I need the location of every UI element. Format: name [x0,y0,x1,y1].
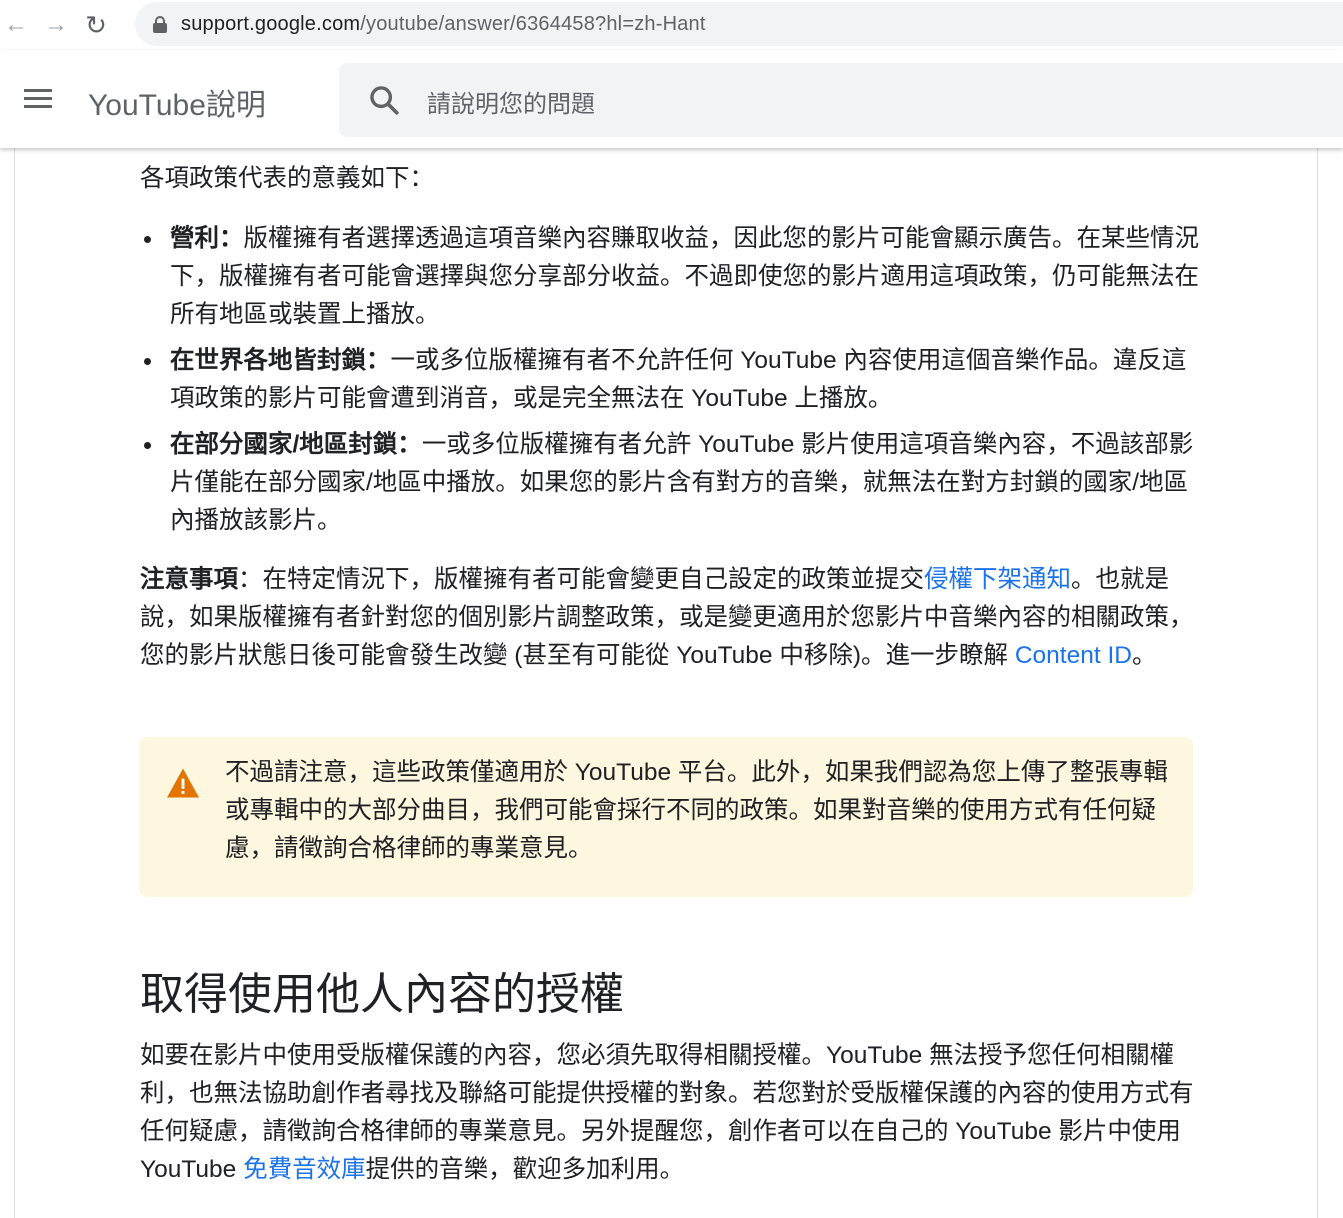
section-title: 取得使用他人內容的授權 [140,970,624,1019]
policy-list: 營利：版權擁有者選擇透過這項音樂內容賺取收益，因此您的影片可能會顯示廣告。在某些… [140,220,1200,548]
reload-icon[interactable]: ↻ [76,5,116,45]
policy-term: 在世界各地皆封鎖： [170,347,391,374]
note-text: 。 [1131,642,1157,669]
list-item: 在部分國家/地區封鎖：一或多位版權擁有者允許 YouTube 影片使用這項音樂內… [140,426,1200,540]
forward-arrow-icon[interactable]: → [36,5,76,45]
policy-term: 營利： [170,225,244,252]
section-paragraph: 如要在影片中使用受版權保護的內容，您必須先取得相關授權。YouTube 無法授予… [140,1037,1200,1189]
audio-library-link[interactable]: 免費音效庫 [243,1156,366,1183]
policy-intro: 各項政策代表的意義如下： [140,165,434,192]
note-term: 注意事項 [140,566,238,593]
note-text: ：在特定情況下，版權擁有者可能會變更自己設定的政策並提交 [238,566,924,593]
takedown-notice-link[interactable]: 侵權下架通知 [924,566,1071,593]
search-icon[interactable] [367,83,401,117]
product-title[interactable]: YouTube說明 [88,80,266,124]
url-host: support.google.com [181,12,361,35]
warning-callout: 不過請注意，這些政策僅適用於 YouTube 平台。此外，如果我們認為您上傳了整… [139,737,1193,897]
section-text: 提供的音樂，歡迎多加利用。 [365,1156,685,1183]
policy-text: 版權擁有者選擇透過這項音樂內容賺取收益，因此您的影片可能會顯示廣告。在某些情況下… [170,225,1199,328]
url-path: /youtube/answer/6364458?hl=zh-Hant [360,12,706,35]
browser-toolbar: ← → ↻ support.google.com/youtube/answer/… [0,0,1343,50]
address-bar[interactable]: support.google.com/youtube/answer/636445… [135,2,1343,46]
search-placeholder: 請說明您的問題 [427,91,595,118]
warning-icon [167,768,199,798]
lock-icon [153,16,167,33]
content-id-link[interactable]: Content ID [1015,642,1132,669]
note-paragraph: 注意事項：在特定情況下，版權擁有者可能會變更自己設定的政策並提交侵權下架通知。也… [140,561,1200,675]
hamburger-menu-icon[interactable] [22,88,54,110]
list-item: 營利：版權擁有者選擇透過這項音樂內容賺取收益，因此您的影片可能會顯示廣告。在某些… [140,220,1200,334]
back-arrow-icon[interactable]: ← [0,5,36,45]
list-item: 在世界各地皆封鎖：一或多位版權擁有者不允許任何 YouTube 內容使用這個音樂… [140,342,1200,418]
policy-term: 在部分國家/地區封鎖： [170,431,422,458]
search-input[interactable]: 請說明您的問題 [339,63,1343,137]
app-header: YouTube說明 請說明您的問題 [0,50,1343,148]
callout-text: 不過請注意，這些政策僅適用於 YouTube 平台。此外，如果我們認為您上傳了整… [225,759,1168,862]
url-text[interactable]: support.google.com/youtube/answer/636445… [181,13,706,36]
